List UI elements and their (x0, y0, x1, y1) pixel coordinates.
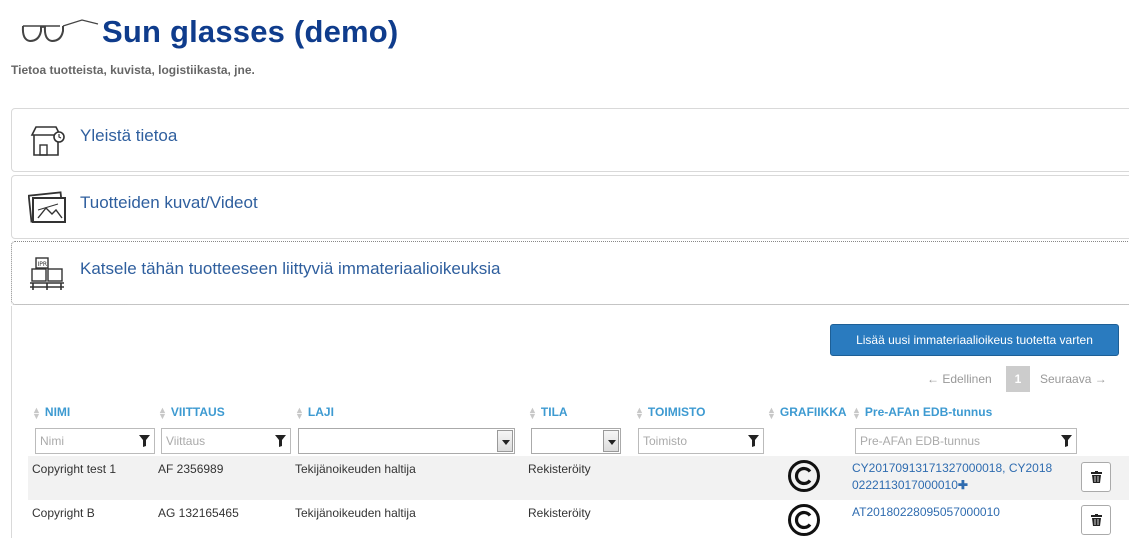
sort-icon: ▲ ▼ (767, 404, 776, 421)
copyright-icon (788, 460, 820, 492)
column-header-grafiikka[interactable]: ▲ ▼ GRAFIIKKA (767, 404, 847, 421)
photos-icon (28, 191, 66, 223)
filter-laji-select[interactable] (298, 428, 515, 454)
panel-general-info[interactable]: Yleistä tietoa (11, 108, 1129, 172)
filter-icon (275, 435, 286, 447)
glasses-icon (21, 19, 99, 43)
panel-title: Tuotteiden kuvat/Videot (80, 193, 258, 212)
column-header-viittaus[interactable]: ▲ ▼ VIITTAUS (158, 404, 225, 421)
page-title: Sun glasses (demo) (102, 14, 399, 49)
cell-edb[interactable]: CY20170913171327000018, CY2018 022211301… (852, 460, 1052, 494)
copyright-icon (788, 504, 820, 536)
sort-icon: ▲ ▼ (852, 404, 861, 421)
delete-button[interactable] (1081, 505, 1111, 535)
cell-laji: Tekijänoikeuden haltija (295, 506, 416, 520)
filter-toimisto-input[interactable]: Toimisto (638, 428, 764, 454)
filter-nimi-input[interactable]: Nimi (35, 428, 155, 454)
filter-icon (1061, 435, 1072, 447)
pagination-next[interactable]: Seuraava → (1040, 366, 1107, 392)
sort-icon: ▲ ▼ (635, 404, 644, 421)
cell-tila: Rekisteröity (528, 506, 591, 520)
table-row: Copyright B AG 132165465 Tekijänoikeuden… (28, 500, 1129, 538)
chevron-down-icon[interactable] (497, 430, 513, 452)
panel-product-images[interactable]: Tuotteiden kuvat/Videot (11, 175, 1129, 239)
cell-viittaus: AF 2356989 (158, 462, 224, 476)
page-header: Sun glasses (demo) Tietoa tuotteista, ku… (0, 0, 1129, 100)
column-header-nimi[interactable]: ▲ ▼ NIMI (32, 404, 70, 421)
delete-button[interactable] (1081, 462, 1111, 492)
cell-nimi: Copyright B (32, 506, 95, 520)
panel-title: Katsele tähän tuotteeseen liittyviä imma… (80, 259, 501, 278)
pagination-current-page[interactable]: 1 (1006, 366, 1030, 392)
cell-viittaus: AG 132165465 (158, 506, 239, 520)
column-header-tila[interactable]: ▲ ▼ TILA (528, 404, 568, 421)
add-ip-right-button[interactable]: Lisää uusi immateriaalioikeus tuotetta v… (830, 324, 1119, 356)
panel-title: Yleistä tietoa (80, 126, 178, 145)
svg-text:IPR: IPR (38, 261, 48, 268)
expand-plus-icon[interactable]: ✚ (958, 478, 968, 492)
trash-icon (1091, 471, 1102, 483)
cell-laji: Tekijänoikeuden haltija (295, 462, 416, 476)
sort-icon: ▲ ▼ (32, 404, 41, 421)
panel-ip-rights[interactable]: IPR Katsele tähän tuotteeseen liittyviä … (11, 241, 1129, 305)
column-header-toimisto[interactable]: ▲ ▼ TOIMISTO (635, 404, 705, 421)
filter-icon (748, 435, 759, 447)
column-header-laji[interactable]: ▲ ▼ LAJI (295, 404, 334, 421)
sort-icon: ▲ ▼ (158, 404, 167, 421)
cell-tila: Rekisteröity (528, 462, 591, 476)
filter-viittaus-input[interactable]: Viittaus (161, 428, 291, 454)
ip-boxes-icon: IPR (30, 257, 64, 290)
filter-icon (139, 435, 150, 447)
cell-edb[interactable]: AT20180228095057000010 (852, 504, 1000, 521)
trash-icon (1091, 514, 1102, 526)
sort-icon: ▲ ▼ (295, 404, 304, 421)
box-icon (30, 126, 65, 156)
filter-tila-select[interactable] (531, 428, 621, 454)
filter-edb-input[interactable]: Pre-AFAn EDB-tunnus (855, 428, 1077, 454)
page-subtitle: Tietoa tuotteista, kuvista, logistiikast… (11, 63, 255, 77)
cell-nimi: Copyright test 1 (32, 462, 117, 476)
chevron-down-icon[interactable] (603, 430, 619, 452)
sort-icon: ▲ ▼ (528, 404, 537, 421)
pagination-prev[interactable]: ← Edellinen (927, 366, 992, 392)
column-header-edb[interactable]: ▲ ▼ Pre-AFAn EDB-tunnus (852, 404, 992, 421)
table-row: Copyright test 1 AF 2356989 Tekijänoikeu… (28, 456, 1129, 500)
